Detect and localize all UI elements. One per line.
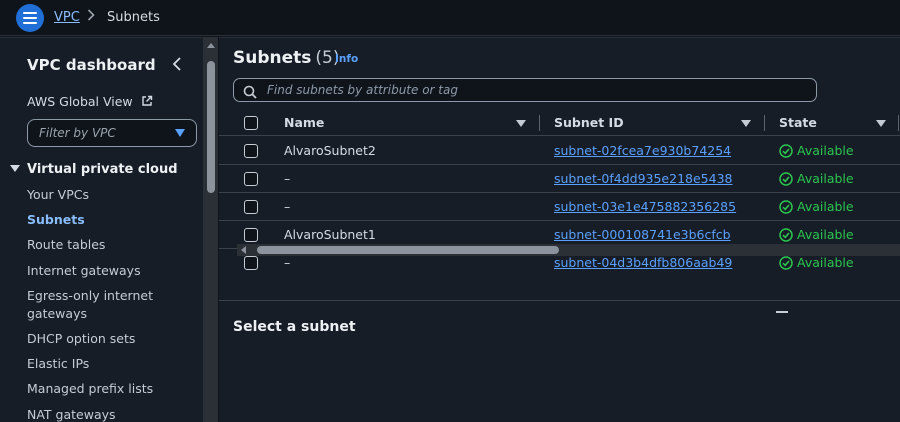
subnet-id-link[interactable]: subnet-03e1e475882356285 <box>554 199 736 214</box>
check-circle-icon <box>779 255 793 274</box>
sidebar-item-internet-gateways[interactable]: Internet gateways <box>27 262 167 280</box>
caret-down-icon <box>175 129 185 137</box>
chevron-right-icon <box>87 9 95 25</box>
menu-button[interactable] <box>16 4 44 32</box>
check-circle-icon <box>779 199 793 218</box>
check-circle-icon <box>779 171 793 190</box>
sidebar-item-your-vpcs[interactable]: Your VPCs <box>27 186 167 204</box>
sidebar-scrollbar-thumb[interactable] <box>207 61 215 193</box>
info-link[interactable]: Info <box>335 53 358 65</box>
detail-panel-title: Select a subnet <box>233 319 356 335</box>
check-circle-icon <box>779 143 793 162</box>
subnet-name: – <box>284 171 291 186</box>
search-icon <box>243 84 257 103</box>
table-scrollbar-thumb[interactable] <box>257 246 559 254</box>
sidebar-item-elastic-ips[interactable]: Elastic IPs <box>27 355 167 373</box>
table-row[interactable]: AlvaroSubnet2 subnet-02fcea7e930b74254 A… <box>219 137 900 165</box>
sidebar-title[interactable]: VPC dashboard <box>27 56 156 74</box>
sidebar-section-label: Virtual private cloud <box>27 162 178 177</box>
sidebar: VPC dashboard AWS Global View Filter by … <box>0 37 204 422</box>
global-view-link[interactable]: AWS Global View <box>27 94 153 110</box>
menu-icon <box>23 12 37 24</box>
search-input[interactable] <box>267 82 807 98</box>
sidebar-section-virtual-private-cloud[interactable]: Virtual private cloud <box>10 162 178 177</box>
row-checkbox[interactable] <box>244 200 258 214</box>
table-row[interactable]: – subnet-0f4dd935e218e5438 Available <box>219 165 900 193</box>
caret-down-icon[interactable] <box>876 120 886 127</box>
column-header-state[interactable]: State <box>779 115 817 130</box>
scroll-up-icon[interactable] <box>207 43 215 48</box>
sidebar-item-nat-gateways[interactable]: NAT gateways <box>27 406 167 422</box>
chevron-left-icon[interactable] <box>170 56 184 72</box>
subnet-name: AlvaroSubnet2 <box>284 143 376 158</box>
state-label: Available <box>797 171 854 186</box>
subnet-id-link[interactable]: subnet-02fcea7e930b74254 <box>554 143 731 158</box>
state-label: Available <box>797 199 854 214</box>
top-navigation-bar: VPC Subnets <box>0 0 900 36</box>
subnet-id-link[interactable]: subnet-0f4dd935e218e5438 <box>554 171 732 186</box>
table-header: Name Subnet ID State <box>219 110 900 136</box>
vpc-filter-placeholder: Filter by VPC <box>39 126 116 140</box>
subnet-name: AlvaroSubnet1 <box>284 227 376 242</box>
table-horizontal-scrollbar[interactable] <box>237 244 900 256</box>
state-label: Available <box>797 227 854 242</box>
sidebar-item-subnets[interactable]: Subnets <box>27 211 167 229</box>
scroll-left-icon[interactable] <box>241 246 246 254</box>
page-title: Subnets (5) <box>233 48 340 68</box>
row-checkbox[interactable] <box>244 256 258 270</box>
subnet-name: – <box>284 255 291 270</box>
state-label: Available <box>797 255 854 270</box>
subnet-id-link[interactable]: subnet-000108741e3b6cfcb <box>554 227 731 242</box>
caret-down-icon <box>10 165 20 172</box>
column-header-name[interactable]: Name <box>284 115 324 130</box>
sidebar-scrollbar[interactable] <box>204 37 218 422</box>
column-divider[interactable] <box>898 115 899 131</box>
sidebar-item-dhcp-option-sets[interactable]: DHCP option sets <box>27 330 167 348</box>
subnet-id-link[interactable]: subnet-04d3b4dfb806aab49 <box>554 255 732 270</box>
sidebar-item-route-tables[interactable]: Route tables <box>27 236 167 254</box>
row-checkbox[interactable] <box>244 228 258 242</box>
vpc-filter-select[interactable]: Filter by VPC <box>27 119 197 147</box>
sidebar-item-egress-only-internet-gateways[interactable]: Egress-only internet gateways <box>27 287 167 323</box>
column-divider[interactable] <box>764 115 765 131</box>
split-panel-resize-handle[interactable] <box>776 311 788 313</box>
search-field[interactable] <box>233 78 817 102</box>
breadcrumb-current: Subnets <box>107 10 160 25</box>
subnet-name: – <box>284 199 291 214</box>
global-view-label: AWS Global View <box>27 94 133 109</box>
sidebar-item-managed-prefix-lists[interactable]: Managed prefix lists <box>27 380 167 398</box>
caret-down-icon[interactable] <box>741 120 751 127</box>
external-link-icon <box>141 95 153 110</box>
column-header-subnet-id[interactable]: Subnet ID <box>554 115 624 130</box>
caret-down-icon[interactable] <box>516 120 526 127</box>
select-all-checkbox[interactable] <box>244 116 258 130</box>
main-content: Subnets(5) Info Name Subnet ID State <box>219 37 900 422</box>
row-checkbox[interactable] <box>244 144 258 158</box>
state-label: Available <box>797 143 854 158</box>
breadcrumb-vpc-link[interactable]: VPC <box>54 10 80 25</box>
row-checkbox[interactable] <box>244 172 258 186</box>
page-title-text: Subnets <box>233 48 312 68</box>
split-panel-divider <box>219 300 900 301</box>
table-row[interactable]: – subnet-03e1e475882356285 Available <box>219 193 900 221</box>
column-divider[interactable] <box>539 115 540 131</box>
